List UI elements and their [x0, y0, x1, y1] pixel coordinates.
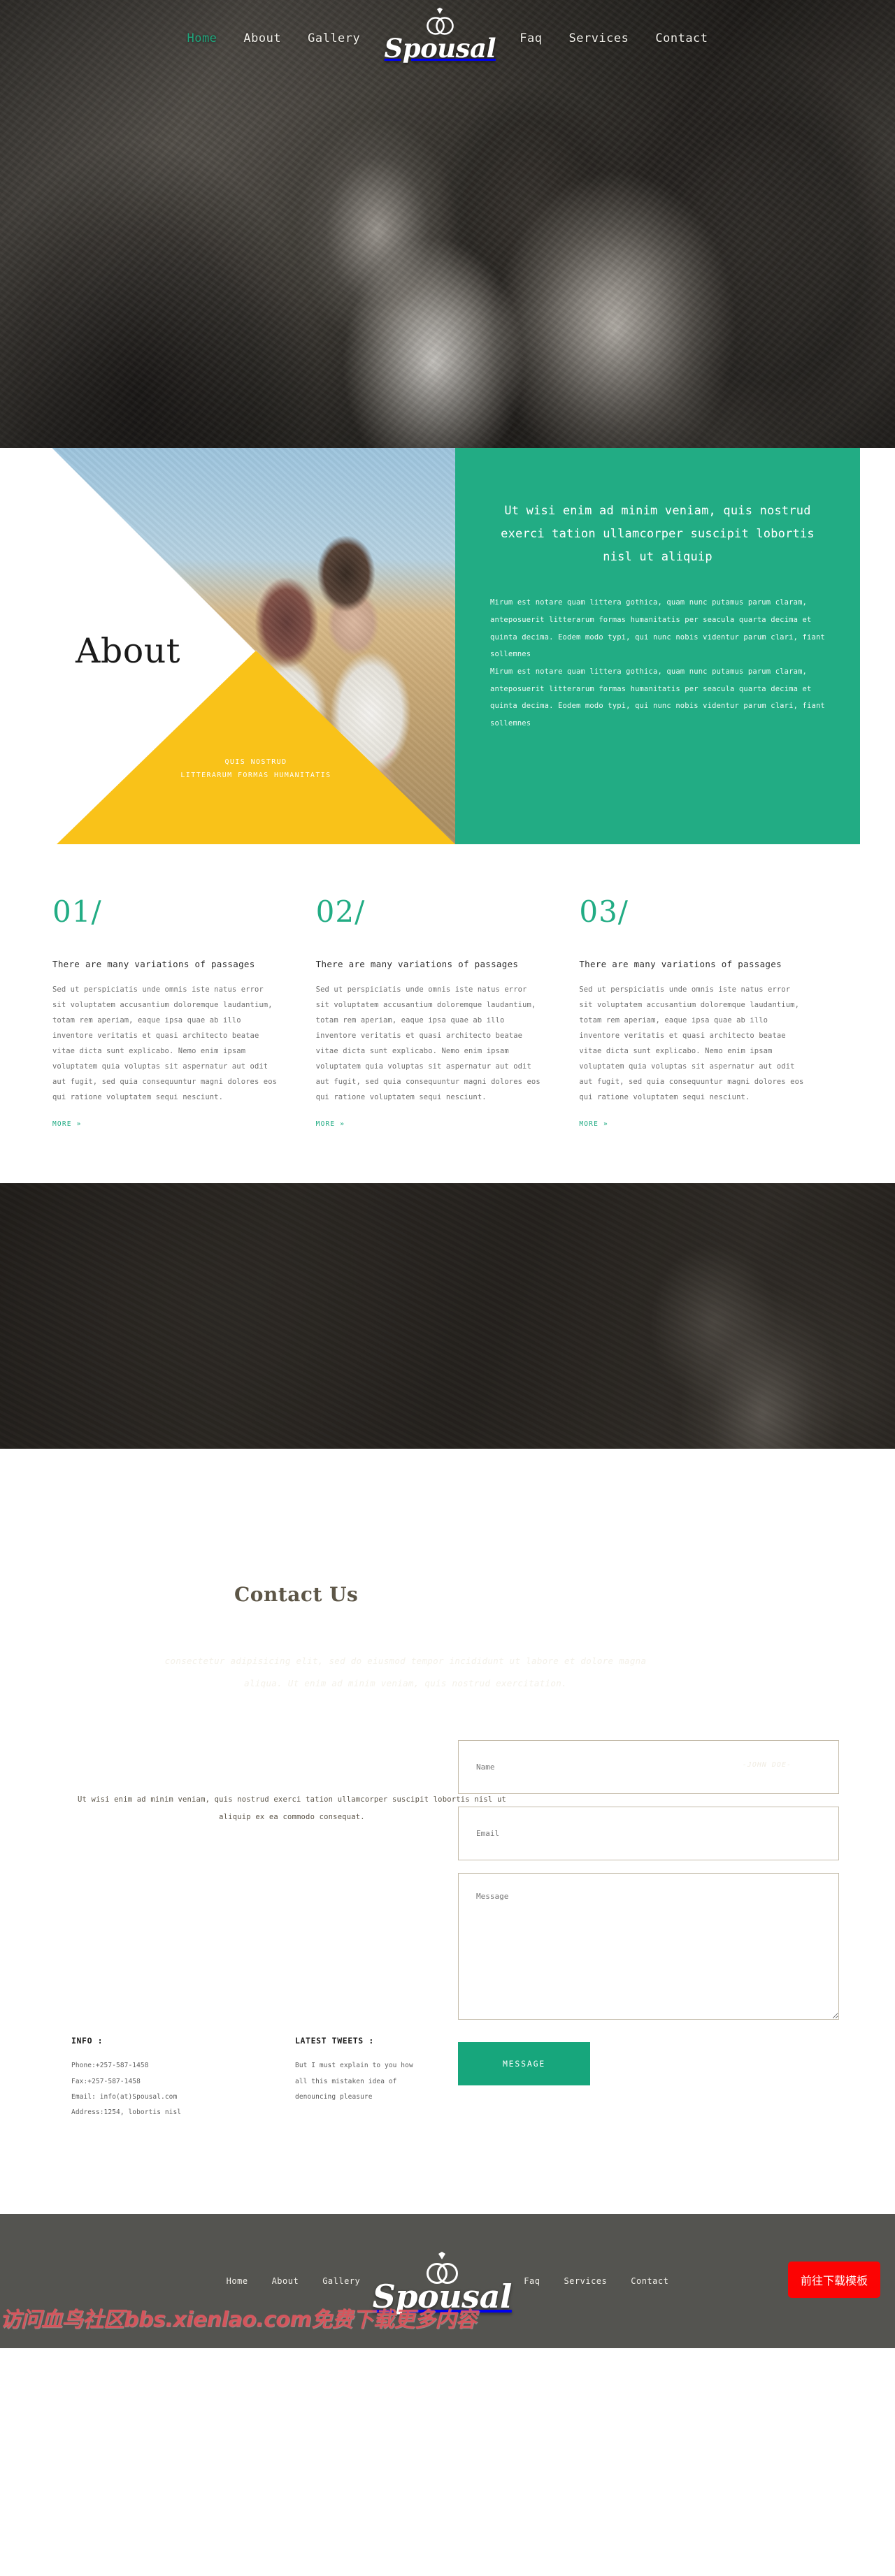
feature-title: There are many variations of passages: [52, 959, 255, 969]
nav-item-contact[interactable]: Contact: [642, 31, 721, 45]
nav-item-gallery[interactable]: Gallery: [294, 31, 373, 45]
site-footer: Home About Gallery Spousal Faq Services …: [0, 2214, 895, 2349]
info-fax: Fax:+257-587-1458: [71, 2077, 141, 2085]
footer-nav-item-faq[interactable]: Faq: [512, 2276, 552, 2286]
yellow-caption-line-1: QUIS NOSTRUD: [224, 758, 287, 766]
testimonial-section: [0, 1183, 895, 1449]
contact-section: “ ” consectetur adipisicing elit, sed do…: [0, 1449, 895, 2215]
nav-group-left: Home About Gallery: [173, 31, 373, 45]
white-triangle-top-left: [52, 448, 257, 652]
about-section: About QUIS NOSTRUD LITTERARUM FORMAS HUM…: [0, 448, 895, 850]
primary-navigation: Home About Gallery Spousal Faq Services …: [0, 0, 895, 77]
contact-title: Contact Us: [234, 1583, 359, 1607]
feature-card-3: 03/ There are many variations of passage…: [579, 897, 843, 1129]
about-text-panel: Ut wisi enim ad minim veniam, quis nostr…: [455, 448, 860, 844]
about-paragraph-1: Mirum est notare quam littera gothica, q…: [490, 598, 825, 659]
message-input[interactable]: [458, 1873, 839, 2020]
about-photo-panel: About QUIS NOSTRUD LITTERARUM FORMAS HUM…: [52, 448, 455, 844]
contact-form: MESSAGE: [458, 1740, 839, 2086]
about-inner: About QUIS NOSTRUD LITTERARUM FORMAS HUM…: [52, 448, 860, 844]
nav-item-services[interactable]: Services: [555, 31, 642, 45]
feature-more-link[interactable]: MORE »: [316, 1120, 345, 1128]
info-phone: Phone:+257-587-1458: [71, 2062, 149, 2070]
nav-item-about[interactable]: About: [230, 31, 294, 45]
footer-nav-item-services[interactable]: Services: [552, 2276, 619, 2286]
testimonial-overlay: [0, 1183, 895, 1449]
yellow-caption-line-2: LITTERARUM FORMAS HUMANITATIS: [180, 772, 331, 779]
about-heading: About: [76, 631, 181, 671]
quote-close-icon: ”: [786, 1919, 812, 1980]
send-message-button[interactable]: MESSAGE: [458, 2042, 590, 2086]
testimonial-text: consectetur adipisicing elit, sed do eiu…: [164, 1656, 647, 1688]
feature-more-link[interactable]: MORE »: [579, 1120, 608, 1128]
about-lead-text: Ut wisi enim ad minim veniam, quis nostr…: [501, 504, 815, 565]
feature-more-link[interactable]: MORE »: [52, 1120, 82, 1128]
info-heading: INFO :: [71, 2036, 103, 2046]
feature-text: Sed ut perspiciatis unde omnis iste natu…: [579, 985, 804, 1102]
brand-logo[interactable]: Spousal: [373, 6, 506, 71]
watermark-text: 访问血鸟社区bbs.xienlao.com免费下载更多内容: [0, 2308, 477, 2333]
footer-nav-item-gallery[interactable]: Gallery: [310, 2276, 372, 2286]
nav-item-faq[interactable]: Faq: [506, 31, 555, 45]
email-input[interactable]: [458, 1807, 839, 1861]
feature-card-2: 02/ There are many variations of passage…: [316, 897, 580, 1129]
feature-card-1: 01/ There are many variations of passage…: [52, 897, 316, 1129]
testimonial-author: -JOHN DOE-: [742, 1761, 792, 1770]
footer-nav-group-right: Faq Services Contact: [512, 2276, 680, 2286]
footer-nav-item-contact[interactable]: Contact: [619, 2276, 680, 2286]
footer-nav-group-left: Home About Gallery: [215, 2276, 373, 2286]
yellow-triangle: [57, 651, 455, 844]
about-paragraph-2: Mirum est notare quam littera gothica, q…: [490, 667, 825, 728]
hero-section: Home About Gallery Spousal Faq Services …: [0, 0, 895, 448]
footer-nav-item-about[interactable]: About: [260, 2276, 311, 2286]
features-section: 01/ There are many variations of passage…: [0, 850, 895, 1184]
feature-text: Sed ut perspiciatis unde omnis iste natu…: [315, 985, 540, 1102]
feature-number: 02/: [315, 895, 366, 929]
quote-open-icon: “: [98, 1656, 124, 1717]
nav-group-right: Faq Services Contact: [506, 31, 721, 45]
nav-item-home[interactable]: Home: [173, 31, 230, 45]
contact-info-column: INFO : Phone:+257-587-1458 Fax:+257-587-…: [71, 2036, 295, 2120]
feature-title: There are many variations of passages: [315, 959, 519, 969]
contact-lead: Ut wisi enim ad minim veniam, quis nostr…: [77, 1795, 507, 1821]
feature-number: 01/: [52, 895, 102, 929]
feature-text: Sed ut perspiciatis unde omnis iste natu…: [52, 985, 278, 1102]
brand-name: Spousal: [384, 33, 496, 64]
feature-number: 03/: [579, 895, 629, 929]
yellow-triangle-caption: QUIS NOSTRUD LITTERARUM FORMAS HUMANITAT…: [57, 755, 455, 782]
info-email: Email: info(at)Spousal.com: [71, 2093, 178, 2101]
footer-nav-item-home[interactable]: Home: [215, 2276, 260, 2286]
about-body: Mirum est notare quam littera gothica, q…: [490, 594, 825, 732]
download-template-button[interactable]: 前往下载模板: [788, 2262, 880, 2299]
info-address: Address:1254, lobortis nisl: [71, 2108, 182, 2117]
contact-columns: INFO : Phone:+257-587-1458 Fax:+257-587-…: [71, 2036, 519, 2120]
feature-title: There are many variations of passages: [579, 959, 782, 969]
tweet-line-3: denouncing pleasure: [295, 2093, 373, 2101]
